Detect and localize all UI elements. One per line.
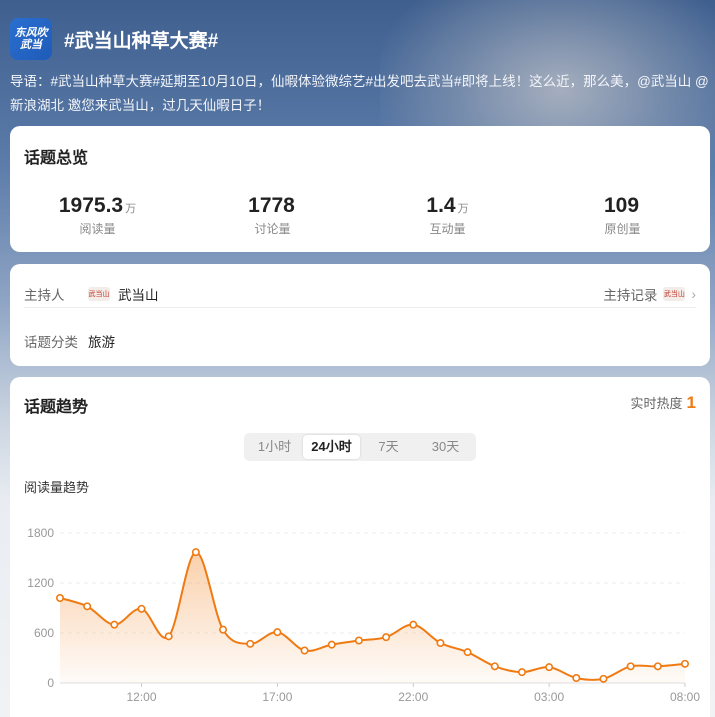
stat-originals: 109 原创量	[535, 194, 710, 237]
host-label: 主持人	[24, 287, 65, 303]
data-point	[490, 662, 499, 671]
x-tick-label: 22:00	[398, 690, 428, 704]
stat-value: 1778	[248, 194, 295, 217]
y-tick-label: 1800	[27, 526, 54, 540]
heat-label: 实时热度	[630, 396, 683, 411]
tab-1-hour[interactable]: 1小时	[246, 435, 303, 459]
stats-row: 1975.3 万 阅读量 1778 讨论量 1.4 万 互动量 109 原创量	[10, 194, 710, 237]
data-point	[545, 663, 554, 672]
heat-value: 1	[686, 393, 696, 412]
x-tick-label: 12:00	[127, 690, 157, 704]
stat-value: 1975.3	[58, 194, 124, 217]
y-tick-label: 600	[34, 626, 54, 640]
overview-card: 话题总览 1975.3 万 阅读量 1778 讨论量 1.4 万 互动量 109 原…	[10, 126, 710, 252]
x-tick-label: 03:00	[534, 690, 564, 704]
host-avatar: 武当山	[88, 286, 110, 301]
time-range-selector: 1小时 24小时 7天 30天	[244, 433, 476, 461]
data-point	[463, 648, 472, 657]
x-tick-label: 17:00	[262, 690, 292, 704]
tab-7-days[interactable]: 7天	[360, 435, 417, 459]
series-area	[60, 552, 685, 683]
stat-label: 原创量	[604, 222, 641, 236]
data-point	[517, 668, 526, 677]
chart-subtitle: 阅读量趋势	[24, 480, 90, 495]
stat-label: 互动量	[429, 222, 466, 236]
data-point	[436, 639, 445, 648]
realtime-heat: 实时热度 1	[631, 393, 696, 413]
data-point	[626, 662, 635, 671]
data-point	[599, 674, 608, 683]
data-point	[246, 639, 255, 648]
tab-24-hours[interactable]: 24小时	[303, 435, 360, 459]
x-tick-label: 08:00	[670, 690, 700, 704]
host-name: 武当山	[118, 287, 159, 303]
category-row: 话题分类 旅游	[24, 330, 696, 352]
data-point	[110, 620, 119, 629]
host-row: 主持人 武当山 武当山 主持记录 武当山 ›	[24, 280, 696, 308]
read-trend-chart: 0 600 1200 1800 12:00 17:00 22:00 03:00 08:00	[27, 526, 700, 704]
data-point	[191, 548, 200, 557]
data-point	[83, 602, 92, 611]
data-point	[572, 674, 581, 683]
topic-title: #武当山种草大赛#	[64, 30, 219, 52]
data-point	[327, 640, 336, 649]
tab-30-days[interactable]: 30天	[417, 435, 474, 459]
topic-intro: 导语：#武当山种草大赛#延期至10月10日，仙暇体验微综艺#出发吧去武当#即将上…	[10, 74, 709, 113]
y-tick-label: 0	[47, 676, 54, 690]
stat-label: 阅读量	[79, 222, 116, 236]
record-avatar: 武当山	[663, 286, 686, 301]
stat-interactions: 1.4 万 互动量	[360, 194, 535, 237]
host-record-link[interactable]: 主持记录 武当山 ›	[603, 284, 696, 304]
topic-header: 东风吹武当 #武当山种草大赛#	[10, 18, 218, 60]
chevron-right-icon: ›	[691, 285, 696, 302]
stat-label: 讨论量	[254, 222, 291, 236]
stat-reads: 1975.3 万 阅读量	[10, 194, 185, 237]
data-point	[300, 646, 309, 655]
trend-card: 话题趋势 实时热度 1 1小时 24小时 7天 30天 阅读量趋势 0 600 120…	[10, 377, 710, 717]
data-point	[164, 632, 173, 641]
data-point	[219, 625, 228, 634]
host-record-label: 主持记录	[603, 287, 658, 303]
host-card: 主持人 武当山 武当山 主持记录 武当山 › 话题分类 旅游	[10, 264, 710, 366]
stat-unit: 万	[125, 203, 137, 215]
data-point	[55, 594, 64, 603]
y-tick-label: 1200	[27, 576, 54, 590]
trend-title: 话题趋势	[24, 399, 89, 416]
category-value: 旅游	[88, 335, 115, 350]
stat-discussions: 1778 讨论量	[185, 194, 360, 237]
stat-unit: 万	[457, 203, 469, 215]
data-point	[680, 659, 689, 668]
data-point	[409, 620, 418, 629]
data-point	[354, 636, 363, 645]
overview-title: 话题总览	[24, 150, 89, 167]
host-profile[interactable]: 武当山 武当山	[88, 284, 159, 304]
category-label: 话题分类	[24, 335, 78, 350]
stat-value: 109	[603, 194, 640, 217]
topic-logo: 东风吹武当	[10, 18, 52, 60]
data-point	[137, 604, 146, 613]
data-point	[382, 633, 391, 642]
data-point	[653, 662, 662, 671]
stat-value: 1.4	[426, 194, 456, 217]
data-point	[273, 628, 282, 637]
